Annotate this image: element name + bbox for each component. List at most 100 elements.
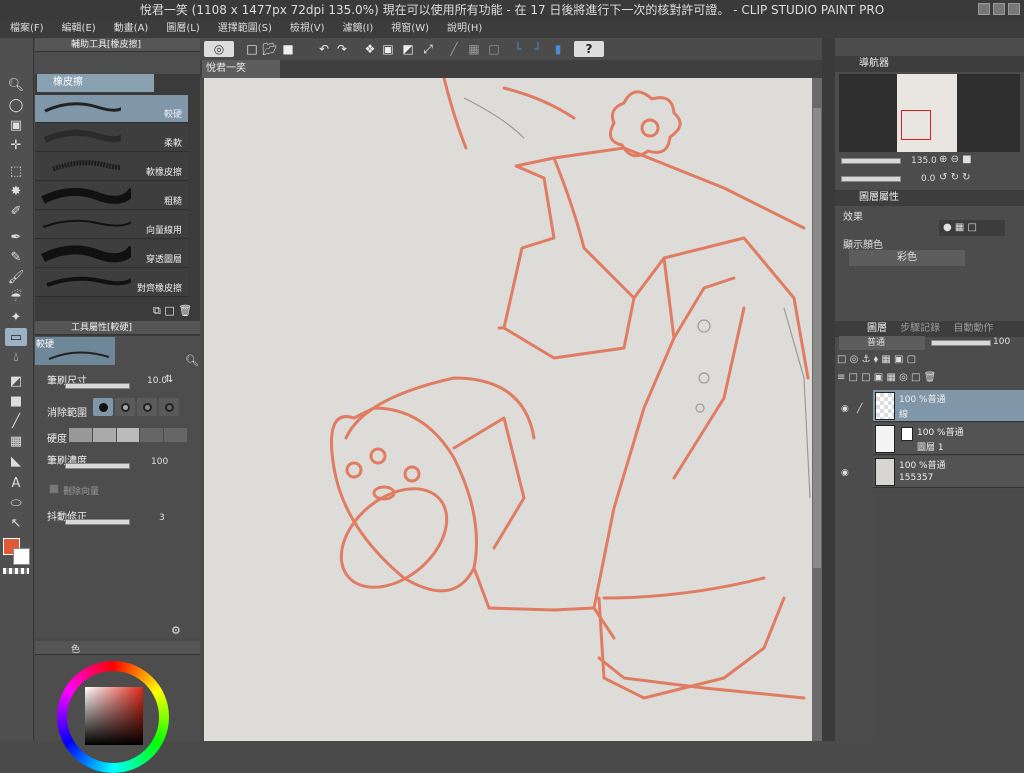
snap-ruler-icon[interactable]: └ (510, 41, 526, 57)
pen-tool-icon[interactable]: ✒ (5, 228, 27, 246)
duplicate-icon[interactable]: ⧉ (153, 304, 161, 317)
erase-range-option[interactable] (159, 398, 179, 416)
canvas-vertical-scrollbar[interactable] (812, 78, 822, 741)
canvas-tab[interactable]: 悅君一笑 (202, 60, 280, 78)
scrollbar-thumb[interactable] (813, 108, 821, 568)
display-color-dropdown[interactable]: 彩色 (849, 250, 965, 266)
menu-help[interactable]: 說明(H) (437, 20, 490, 38)
density-slider[interactable] (65, 463, 130, 469)
pencil-tool-icon[interactable]: ✎ (5, 248, 27, 266)
brush-preset-vector[interactable]: 向量線用 (35, 211, 188, 239)
text-tool-icon[interactable]: A (5, 474, 27, 492)
rotate-left-icon[interactable]: ↺ (939, 172, 947, 183)
brush-tool-icon[interactable]: 🖌︎ (5, 268, 27, 286)
maximize-button[interactable] (993, 3, 1005, 15)
saturation-value-square[interactable] (85, 687, 143, 745)
balloon-tool-icon[interactable]: ⬭ (5, 494, 27, 512)
tab-history[interactable]: 步驟記錄 (900, 323, 940, 334)
menu-selection[interactable]: 選擇範圍(S) (208, 20, 280, 38)
brush-preset-rough[interactable]: 粗糙 (35, 182, 188, 210)
correct-line-tool-icon[interactable]: ↖ (5, 514, 27, 532)
zoom-value[interactable]: 135.0 (911, 156, 937, 166)
minimize-button[interactable] (978, 3, 990, 15)
tool-settings-icon[interactable]: ⚙ (171, 624, 181, 637)
brush-preset-snap[interactable]: 對齊橡皮擦 (35, 269, 188, 297)
brush-preset-soft[interactable]: 柔軟 (35, 124, 188, 152)
fill-selection-icon[interactable]: ◩ (400, 41, 416, 57)
stepper-icon[interactable]: ⇅ (165, 374, 173, 385)
select-layer-tool-icon[interactable]: ▣ (5, 116, 27, 134)
sub-color-swatch[interactable] (13, 548, 30, 565)
menu-edit[interactable]: 編輯(E) (52, 20, 104, 38)
layer-item[interactable]: 100 %普通 線 (873, 390, 1024, 422)
save-icon[interactable]: ■ (280, 41, 296, 57)
brush-preset-soft-eraser[interactable]: 軟橡皮擦 (35, 153, 188, 181)
layer-item[interactable]: 100 %普通 圖層 1 (873, 423, 1024, 455)
snap-special-ruler-icon[interactable]: ┘ (530, 41, 546, 57)
brush-preset-through-layers[interactable]: 穿透圖層 (35, 240, 188, 268)
decoration-tool-icon[interactable]: ✦ (5, 308, 27, 326)
ruler-tool-icon[interactable]: ◣ (5, 452, 27, 470)
opacity-slider[interactable] (931, 340, 991, 346)
fit-screen-icon[interactable]: ■ (962, 154, 971, 165)
clip-studio-icon[interactable]: ◎ (204, 41, 234, 57)
rotation-value[interactable]: 0.0 (921, 174, 935, 184)
open-file-icon[interactable]: 📂︎ (262, 41, 278, 57)
magic-wand-tool-icon[interactable]: ✸ (5, 182, 27, 200)
reset-rotation-icon[interactable]: ↻ (962, 172, 970, 183)
frame-tool-icon[interactable]: ▦ (5, 432, 27, 450)
zoom-out-icon[interactable]: ⊖ (951, 154, 959, 165)
visibility-eye-icon[interactable]: ◉ (841, 468, 849, 478)
zoom-in-icon[interactable]: ⊕ (939, 154, 947, 165)
deselect-icon[interactable]: ❖ (362, 41, 378, 57)
zoom-tool-icon[interactable]: 🔍︎ (5, 76, 27, 94)
vector-erase-checkbox[interactable] (49, 484, 59, 494)
figure-tool-icon[interactable]: ╱ (5, 412, 27, 430)
snap-grid-icon[interactable]: ▮ (550, 41, 566, 57)
eraser-tool-icon[interactable]: ▭ (5, 328, 27, 346)
stabilization-slider[interactable] (65, 519, 130, 525)
fill-tool-icon[interactable]: ◩ (5, 372, 27, 390)
new-preset-icon[interactable]: □ (164, 304, 174, 317)
opacity-value[interactable]: 100 (993, 337, 1010, 347)
hardness-selector[interactable] (69, 428, 187, 442)
brush-preset-hard[interactable]: 較硬 (35, 95, 188, 123)
undo-icon[interactable]: ↶ (316, 41, 332, 57)
layer-item[interactable]: 100 %普通 155357 (873, 456, 1024, 488)
select-all-icon[interactable]: ▣ (380, 41, 396, 57)
delete-icon[interactable]: 🗑︎ (178, 304, 192, 317)
menu-layer[interactable]: 圖層(L) (156, 20, 207, 38)
transparent-color-swatch[interactable] (3, 568, 29, 574)
navigator-preview[interactable] (897, 74, 957, 152)
menu-animation[interactable]: 動畫(A) (104, 20, 157, 38)
zoom-slider[interactable] (841, 158, 901, 164)
erase-range-option[interactable] (93, 398, 113, 416)
eyedropper-tool-icon[interactable]: ✐ (5, 202, 27, 220)
rotate-right-icon[interactable]: ↻ (951, 172, 959, 183)
marquee-tool-icon[interactable]: ⬚ (5, 162, 27, 180)
lasso-tool-icon[interactable]: ◯ (5, 96, 27, 114)
new-file-icon[interactable]: □ (244, 41, 260, 57)
visibility-eye-icon[interactable]: ◉ (841, 404, 849, 414)
erase-range-option[interactable] (115, 398, 135, 416)
blend-tool-icon[interactable]: 💧︎ (5, 348, 27, 366)
rotation-slider[interactable] (841, 176, 901, 182)
tab-layers[interactable]: 圖層 (867, 323, 887, 334)
blend-mode-select[interactable]: 普通 (839, 336, 925, 350)
menu-view[interactable]: 檢視(V) (280, 20, 333, 38)
airbrush-tool-icon[interactable]: ☔︎ (5, 288, 27, 306)
move-tool-icon[interactable]: ✛ (5, 136, 27, 154)
stabilization-value[interactable]: 3 (159, 513, 165, 523)
transform-icon[interactable]: ⤢ (420, 41, 436, 57)
redo-icon[interactable]: ↷ (334, 41, 350, 57)
help-icon[interactable]: ? (574, 41, 604, 57)
menu-window[interactable]: 視窗(W) (381, 20, 437, 38)
canvas[interactable] (204, 76, 812, 741)
brush-size-slider[interactable] (65, 383, 130, 389)
effect-buttons[interactable]: ● ▦ □ (939, 220, 1005, 236)
menu-filter[interactable]: 濾鏡(I) (333, 20, 382, 38)
tab-auto-action[interactable]: 自動動作 (953, 323, 993, 334)
erase-range-option[interactable] (137, 398, 157, 416)
menu-file[interactable]: 檔案(F) (0, 20, 52, 38)
close-button[interactable] (1008, 3, 1020, 15)
